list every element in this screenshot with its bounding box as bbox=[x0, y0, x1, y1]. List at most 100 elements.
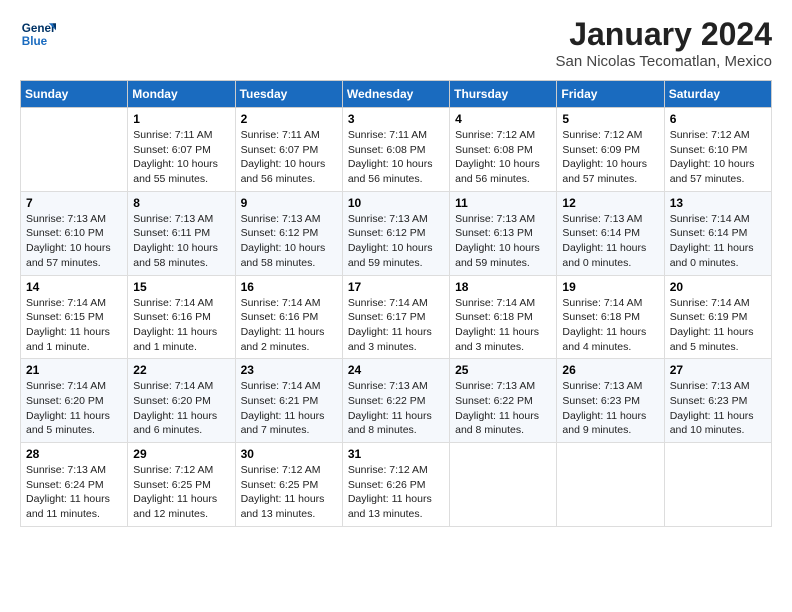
day-number: 14 bbox=[26, 280, 122, 294]
day-info: Sunrise: 7:14 AM Sunset: 6:15 PM Dayligh… bbox=[26, 296, 122, 355]
day-number: 31 bbox=[348, 447, 444, 461]
day-number: 27 bbox=[670, 363, 766, 377]
calendar-cell: 22Sunrise: 7:14 AM Sunset: 6:20 PM Dayli… bbox=[128, 359, 235, 443]
day-number: 19 bbox=[562, 280, 658, 294]
calendar-cell: 6Sunrise: 7:12 AM Sunset: 6:10 PM Daylig… bbox=[664, 108, 771, 192]
day-of-week-header: Sunday bbox=[21, 81, 128, 108]
day-number: 10 bbox=[348, 196, 444, 210]
calendar-cell: 12 Sunrise: 7:13 AM Sunset: 6:14 PM Dayli… bbox=[557, 191, 664, 275]
day-info: Sunrise: 7:14 AM Sunset: 6:16 PM Dayligh… bbox=[241, 296, 337, 355]
calendar-week-row: 14 Sunrise: 7:14 AM Sunset: 6:15 PM Dayli… bbox=[21, 275, 772, 359]
calendar-cell: 7Sunrise: 7:13 AM Sunset: 6:10 PM Daylig… bbox=[21, 191, 128, 275]
calendar-cell: 26 Sunrise: 7:13 AM Sunset: 6:23 PM Dayli… bbox=[557, 359, 664, 443]
day-number: 13 bbox=[670, 196, 766, 210]
day-of-week-header: Tuesday bbox=[235, 81, 342, 108]
day-number: 20 bbox=[670, 280, 766, 294]
calendar-cell: 11 Sunrise: 7:13 AM Sunset: 6:13 PM Dayli… bbox=[450, 191, 557, 275]
calendar-cell bbox=[557, 443, 664, 527]
day-number: 12 bbox=[562, 196, 658, 210]
calendar-cell: 1 Sunrise: 7:11 AM Sunset: 6:07 PM Daylig… bbox=[128, 108, 235, 192]
day-info: Sunrise: 7:12 AM Sunset: 6:25 PM Dayligh… bbox=[241, 463, 337, 522]
calendar-cell: 8Sunrise: 7:13 AM Sunset: 6:11 PM Daylig… bbox=[128, 191, 235, 275]
day-number: 2 bbox=[241, 112, 337, 126]
day-of-week-header: Friday bbox=[557, 81, 664, 108]
day-number: 24 bbox=[348, 363, 444, 377]
day-number: 26 bbox=[562, 363, 658, 377]
calendar-cell bbox=[664, 443, 771, 527]
logo-icon: General Blue bbox=[20, 16, 56, 52]
day-number: 11 bbox=[455, 196, 551, 210]
svg-text:Blue: Blue bbox=[22, 35, 48, 48]
calendar-cell: 16Sunrise: 7:14 AM Sunset: 6:16 PM Dayli… bbox=[235, 275, 342, 359]
calendar-cell: 24Sunrise: 7:13 AM Sunset: 6:22 PM Dayli… bbox=[342, 359, 449, 443]
day-of-week-header: Wednesday bbox=[342, 81, 449, 108]
day-info: Sunrise: 7:14 AM Sunset: 6:21 PM Dayligh… bbox=[241, 379, 337, 438]
day-number: 29 bbox=[133, 447, 229, 461]
calendar-cell: 10Sunrise: 7:13 AM Sunset: 6:12 PM Dayli… bbox=[342, 191, 449, 275]
day-of-week-header: Monday bbox=[128, 81, 235, 108]
day-info: Sunrise: 7:11 AM Sunset: 6:07 PM Dayligh… bbox=[133, 128, 229, 187]
title-block: January 2024 San Nicolas Tecomatlan, Mex… bbox=[556, 16, 773, 70]
day-info: Sunrise: 7:13 AM Sunset: 6:12 PM Dayligh… bbox=[241, 212, 337, 271]
day-info: Sunrise: 7:11 AM Sunset: 6:07 PM Dayligh… bbox=[241, 128, 337, 187]
calendar-cell: 19 Sunrise: 7:14 AM Sunset: 6:18 PM Dayli… bbox=[557, 275, 664, 359]
calendar-cell: 25Sunrise: 7:13 AM Sunset: 6:22 PM Dayli… bbox=[450, 359, 557, 443]
day-info: Sunrise: 7:13 AM Sunset: 6:14 PM Dayligh… bbox=[562, 212, 658, 271]
day-of-week-header: Thursday bbox=[450, 81, 557, 108]
calendar-cell: 28 Sunrise: 7:13 AM Sunset: 6:24 PM Dayli… bbox=[21, 443, 128, 527]
logo: General Blue bbox=[20, 16, 56, 52]
day-info: Sunrise: 7:13 AM Sunset: 6:13 PM Dayligh… bbox=[455, 212, 551, 271]
calendar-cell: 20 Sunrise: 7:14 AM Sunset: 6:19 PM Dayli… bbox=[664, 275, 771, 359]
day-info: Sunrise: 7:13 AM Sunset: 6:23 PM Dayligh… bbox=[670, 379, 766, 438]
day-info: Sunrise: 7:13 AM Sunset: 6:11 PM Dayligh… bbox=[133, 212, 229, 271]
calendar-cell: 30 Sunrise: 7:12 AM Sunset: 6:25 PM Dayli… bbox=[235, 443, 342, 527]
calendar-cell: 29 Sunrise: 7:12 AM Sunset: 6:25 PM Dayli… bbox=[128, 443, 235, 527]
calendar-week-row: 1 Sunrise: 7:11 AM Sunset: 6:07 PM Daylig… bbox=[21, 108, 772, 192]
calendar-cell: 3 Sunrise: 7:11 AM Sunset: 6:08 PM Daylig… bbox=[342, 108, 449, 192]
day-info: Sunrise: 7:14 AM Sunset: 6:18 PM Dayligh… bbox=[455, 296, 551, 355]
day-number: 25 bbox=[455, 363, 551, 377]
calendar-cell: 23 Sunrise: 7:14 AM Sunset: 6:21 PM Dayli… bbox=[235, 359, 342, 443]
day-number: 22 bbox=[133, 363, 229, 377]
calendar-table: SundayMondayTuesdayWednesdayThursdayFrid… bbox=[20, 80, 772, 527]
day-of-week-header: Saturday bbox=[664, 81, 771, 108]
day-info: Sunrise: 7:12 AM Sunset: 6:09 PM Dayligh… bbox=[562, 128, 658, 187]
calendar-cell: 5 Sunrise: 7:12 AM Sunset: 6:09 PM Daylig… bbox=[557, 108, 664, 192]
day-number: 5 bbox=[562, 112, 658, 126]
calendar-week-row: 28 Sunrise: 7:13 AM Sunset: 6:24 PM Dayli… bbox=[21, 443, 772, 527]
calendar-cell: 14 Sunrise: 7:14 AM Sunset: 6:15 PM Dayli… bbox=[21, 275, 128, 359]
day-info: Sunrise: 7:14 AM Sunset: 6:20 PM Dayligh… bbox=[26, 379, 122, 438]
day-info: Sunrise: 7:14 AM Sunset: 6:19 PM Dayligh… bbox=[670, 296, 766, 355]
calendar-cell: 18 Sunrise: 7:14 AM Sunset: 6:18 PM Dayli… bbox=[450, 275, 557, 359]
month-title: January 2024 bbox=[556, 16, 773, 53]
day-number: 21 bbox=[26, 363, 122, 377]
location: San Nicolas Tecomatlan, Mexico bbox=[556, 53, 773, 70]
calendar-cell: 15Sunrise: 7:14 AM Sunset: 6:16 PM Dayli… bbox=[128, 275, 235, 359]
day-number: 18 bbox=[455, 280, 551, 294]
day-number: 6 bbox=[670, 112, 766, 126]
day-info: Sunrise: 7:12 AM Sunset: 6:26 PM Dayligh… bbox=[348, 463, 444, 522]
day-number: 15 bbox=[133, 280, 229, 294]
day-info: Sunrise: 7:13 AM Sunset: 6:23 PM Dayligh… bbox=[562, 379, 658, 438]
day-info: Sunrise: 7:14 AM Sunset: 6:17 PM Dayligh… bbox=[348, 296, 444, 355]
calendar-cell: 31 Sunrise: 7:12 AM Sunset: 6:26 PM Dayli… bbox=[342, 443, 449, 527]
day-number: 9 bbox=[241, 196, 337, 210]
day-info: Sunrise: 7:14 AM Sunset: 6:14 PM Dayligh… bbox=[670, 212, 766, 271]
day-number: 23 bbox=[241, 363, 337, 377]
day-number: 28 bbox=[26, 447, 122, 461]
calendar-week-row: 21 Sunrise: 7:14 AM Sunset: 6:20 PM Dayli… bbox=[21, 359, 772, 443]
calendar-cell bbox=[21, 108, 128, 192]
day-number: 1 bbox=[133, 112, 229, 126]
day-info: Sunrise: 7:14 AM Sunset: 6:18 PM Dayligh… bbox=[562, 296, 658, 355]
day-info: Sunrise: 7:12 AM Sunset: 6:25 PM Dayligh… bbox=[133, 463, 229, 522]
calendar-cell: 2 Sunrise: 7:11 AM Sunset: 6:07 PM Daylig… bbox=[235, 108, 342, 192]
day-info: Sunrise: 7:12 AM Sunset: 6:08 PM Dayligh… bbox=[455, 128, 551, 187]
day-info: Sunrise: 7:13 AM Sunset: 6:24 PM Dayligh… bbox=[26, 463, 122, 522]
page-header: General Blue January 2024 San Nicolas Te… bbox=[20, 16, 772, 70]
day-info: Sunrise: 7:11 AM Sunset: 6:08 PM Dayligh… bbox=[348, 128, 444, 187]
day-number: 4 bbox=[455, 112, 551, 126]
day-number: 3 bbox=[348, 112, 444, 126]
day-number: 30 bbox=[241, 447, 337, 461]
calendar-cell: 27 Sunrise: 7:13 AM Sunset: 6:23 PM Dayli… bbox=[664, 359, 771, 443]
day-number: 17 bbox=[348, 280, 444, 294]
